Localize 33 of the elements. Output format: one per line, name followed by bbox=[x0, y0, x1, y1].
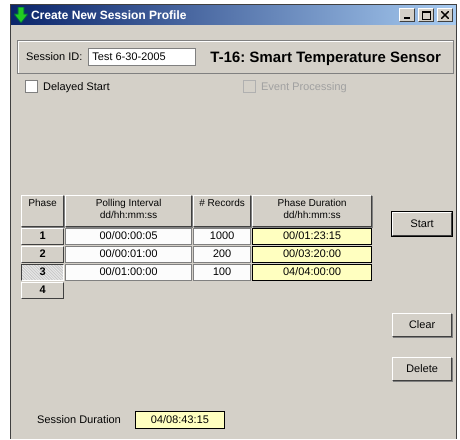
table-cell[interactable]: 200 bbox=[193, 246, 251, 263]
phase-row-header[interactable]: 1 bbox=[21, 228, 64, 245]
column-header: Phase bbox=[21, 195, 64, 227]
column-header: # Records bbox=[193, 195, 251, 227]
option-checkbox[interactable]: Delayed Start bbox=[25, 80, 243, 93]
download-arrow-icon bbox=[14, 7, 28, 23]
table-cell[interactable]: 1000 bbox=[193, 228, 251, 245]
window-title: Create New Session Profile bbox=[31, 8, 188, 22]
device-title: T-16: Smart Temperature Sensor bbox=[210, 48, 441, 66]
table-cell: 00/01:23:15 bbox=[252, 228, 372, 245]
session-duration-value: 04/08:43:15 bbox=[134, 411, 225, 429]
close-button[interactable] bbox=[437, 8, 453, 22]
clear-button[interactable]: Clear bbox=[392, 313, 452, 337]
maximize-button[interactable] bbox=[418, 8, 434, 22]
column-header: Polling Interval dd/hh:mm:ss bbox=[65, 195, 192, 227]
table-cell[interactable]: 100 bbox=[193, 264, 251, 281]
session-id-field[interactable]: Test 6-30-2005 bbox=[88, 48, 196, 66]
close-icon bbox=[441, 11, 449, 19]
phase-row-header[interactable]: 3 bbox=[21, 264, 64, 281]
maximize-icon bbox=[422, 10, 430, 20]
column-header: Phase Duration dd/hh:mm:ss bbox=[252, 195, 372, 227]
table-cell[interactable]: 00/00:00:05 bbox=[65, 228, 192, 245]
minimize-button[interactable] bbox=[399, 8, 415, 22]
table-cell: 00/03:20:00 bbox=[252, 246, 372, 263]
session-id-label: Session ID: bbox=[26, 51, 82, 63]
start-button[interactable]: Start bbox=[392, 212, 452, 236]
phase-row-header[interactable]: 4 bbox=[21, 282, 64, 299]
table-cell[interactable]: 00/01:00:00 bbox=[65, 264, 192, 281]
table-cell: 04/04:00:00 bbox=[252, 264, 372, 281]
phase-row-header[interactable]: 2 bbox=[21, 246, 64, 263]
delete-button[interactable]: Delete bbox=[392, 357, 452, 381]
session-duration-label: Session Duration bbox=[37, 414, 121, 426]
table-cell[interactable]: 00/00:01:00 bbox=[65, 246, 192, 263]
